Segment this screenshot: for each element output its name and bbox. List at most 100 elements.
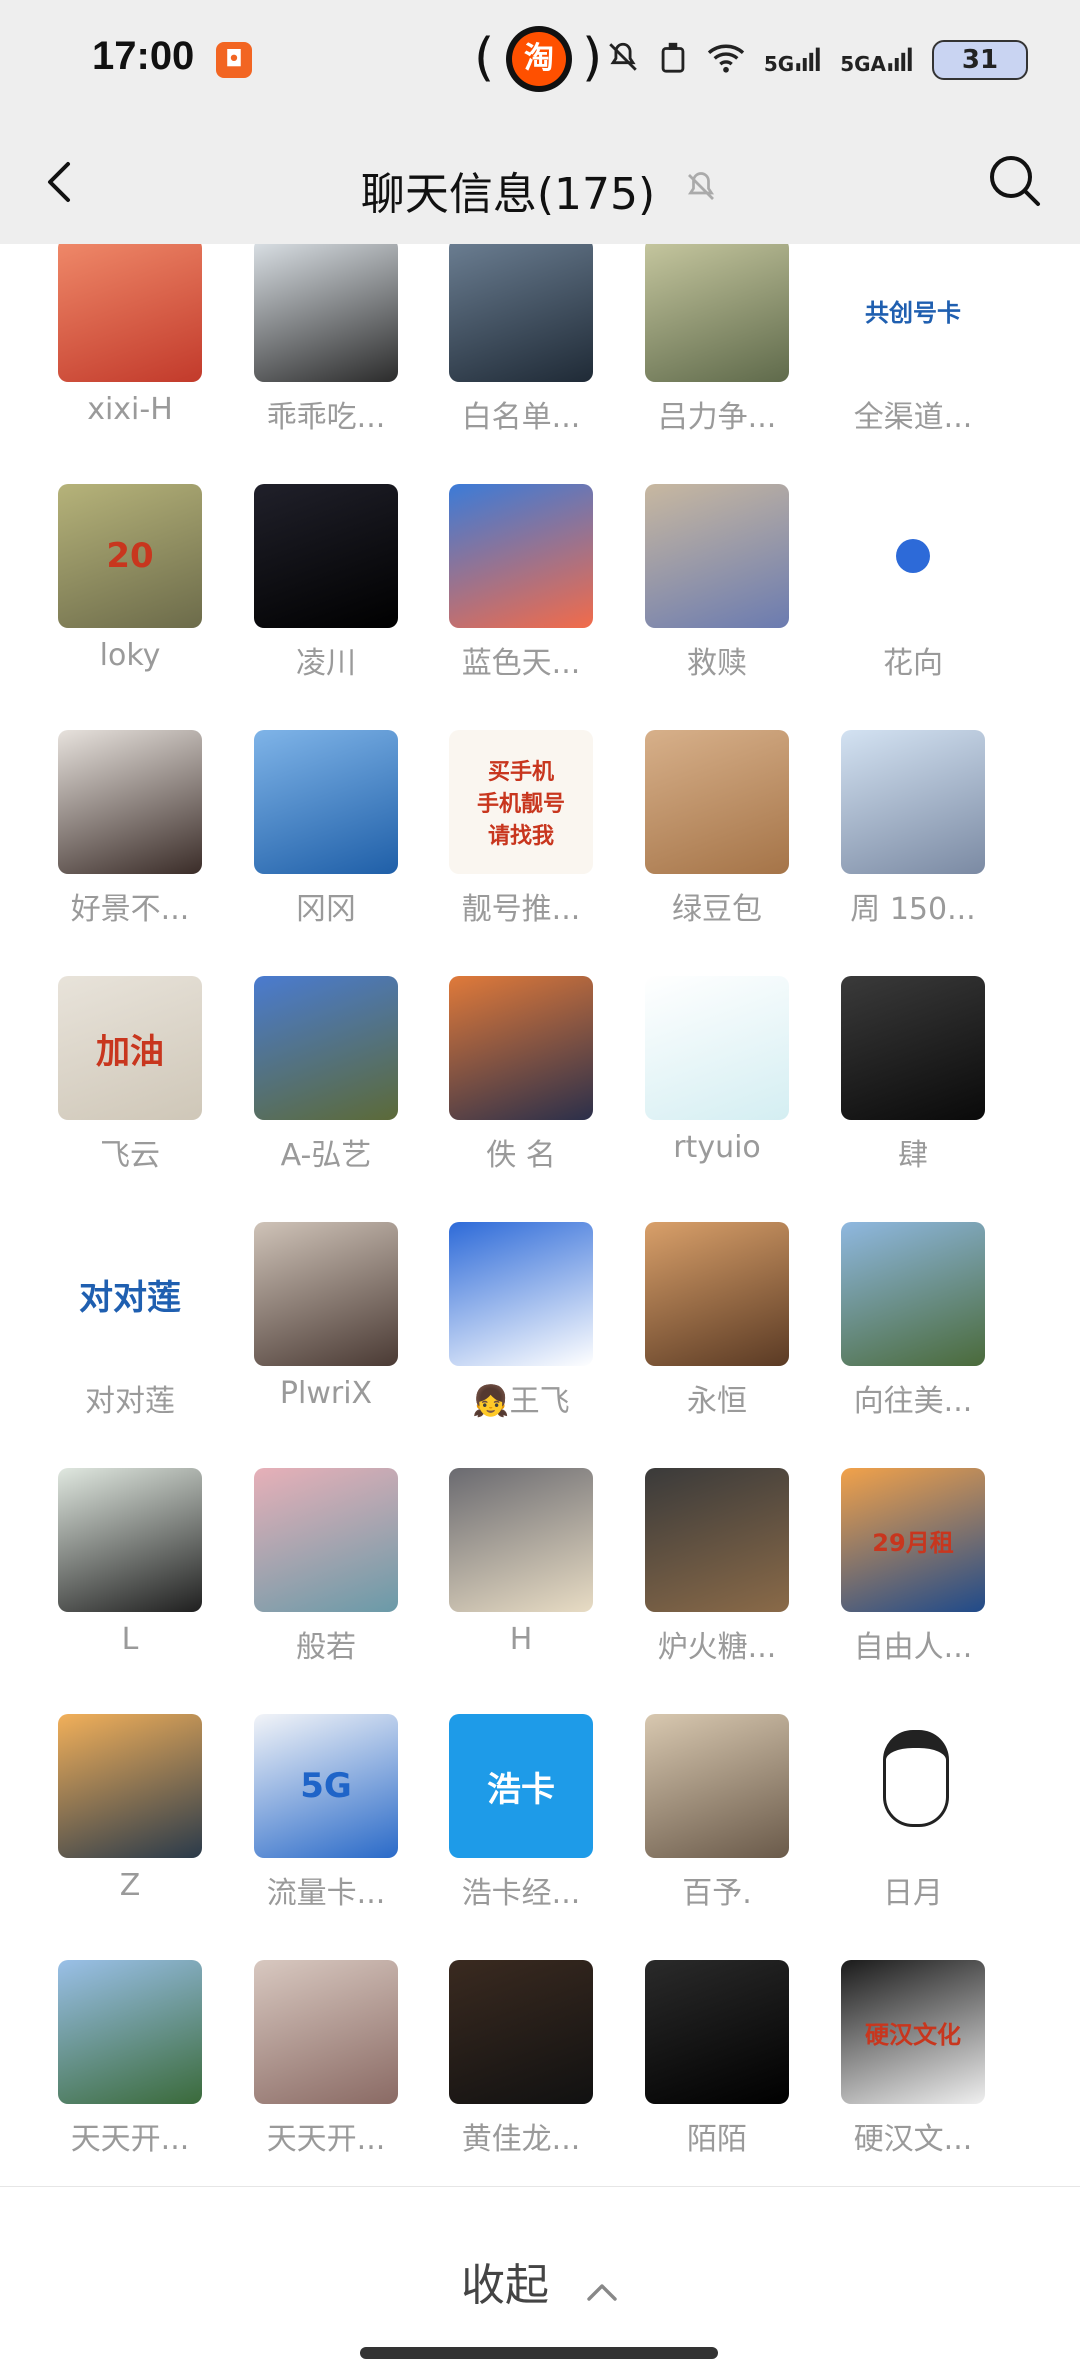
member-item[interactable]: 花向 xyxy=(823,484,1003,714)
avatar-caption xyxy=(58,244,202,382)
home-indicator[interactable] xyxy=(360,2347,718,2359)
member-name: 百予. xyxy=(682,1876,752,1911)
avatar-caption xyxy=(645,1960,789,2104)
signal-5g-icon: 5G xyxy=(764,45,822,76)
member-name: 靓号推... xyxy=(461,892,581,927)
member-name: 吕力争... xyxy=(657,400,777,435)
avatar-caption xyxy=(449,1960,593,2104)
member-name: 陌陌 xyxy=(687,2122,747,2157)
member-avatar: 5G xyxy=(254,1714,398,1858)
member-item[interactable]: 黄佳龙... xyxy=(431,1960,611,2186)
member-avatar xyxy=(449,1960,593,2104)
member-name: 全渠道... xyxy=(853,400,973,435)
member-avatar xyxy=(254,1468,398,1612)
collapse-label: 收起 xyxy=(461,2260,549,2311)
member-item[interactable]: L xyxy=(40,1468,220,1698)
member-item[interactable]: 好景不... xyxy=(40,730,220,960)
member-item[interactable]: 般若 xyxy=(236,1468,416,1698)
mute-icon xyxy=(606,40,640,80)
avatar-caption: 20 xyxy=(106,536,154,576)
member-item[interactable]: 百予. xyxy=(627,1714,807,1944)
avatar-caption xyxy=(841,730,985,874)
nfc-icon xyxy=(658,40,688,80)
taobao-capsule[interactable]: ( 淘 ) xyxy=(474,20,604,100)
member-avatar xyxy=(58,244,202,382)
member-name: 硬汉文... xyxy=(853,2122,973,2157)
member-name: A-弘艺 xyxy=(280,1138,372,1173)
member-avatar: 硬汉文化 xyxy=(841,1960,985,2104)
member-item[interactable]: 永恒 xyxy=(627,1222,807,1452)
member-avatar xyxy=(645,976,789,1120)
member-item[interactable]: 5G 流量卡... xyxy=(236,1714,416,1944)
avatar-caption xyxy=(841,1222,985,1366)
member-item[interactable]: 硬汉文化硬汉文... xyxy=(823,1960,1003,2186)
member-item[interactable]: 浩卡 浩卡经... xyxy=(431,1714,611,1944)
avatar-caption xyxy=(254,484,398,628)
avatar-caption xyxy=(645,1222,789,1366)
member-avatar xyxy=(254,244,398,382)
member-item[interactable]: 冈冈 xyxy=(236,730,416,960)
search-icon xyxy=(990,156,1040,206)
footer-bar: 收起 xyxy=(0,2186,1080,2375)
member-item[interactable]: 20 loky xyxy=(40,484,220,714)
member-item[interactable]: 👧王飞 xyxy=(431,1222,611,1452)
bell-muted-icon xyxy=(683,165,719,216)
avatar-caption xyxy=(645,1468,789,1612)
member-name: 永恒 xyxy=(687,1384,747,1419)
member-name: 对对莲 xyxy=(85,1384,175,1419)
header-bar: 聊天信息(175) xyxy=(0,120,1080,244)
member-item[interactable]: 加油 飞云 xyxy=(40,976,220,1206)
member-item[interactable]: 吕力争... xyxy=(627,244,807,468)
member-item[interactable]: xixi-H xyxy=(40,244,220,468)
member-item[interactable]: 买手机 手机靓号 请找我靓号推... xyxy=(431,730,611,960)
app-notification-icon: ◘ xyxy=(216,42,252,78)
avatar-caption xyxy=(645,1714,789,1858)
avatar-caption xyxy=(254,244,398,382)
member-item[interactable]: Z xyxy=(40,1714,220,1944)
collapse-button[interactable]: 收起 xyxy=(0,2249,1080,2314)
sketch-portrait-icon xyxy=(883,1730,949,1827)
member-item[interactable]: 乖乖吃... xyxy=(236,244,416,468)
member-avatar xyxy=(645,730,789,874)
member-item[interactable]: 绿豆包 xyxy=(627,730,807,960)
member-avatar xyxy=(841,1222,985,1366)
avatar-caption xyxy=(58,730,202,874)
member-item[interactable]: 救赎 xyxy=(627,484,807,714)
member-avatar xyxy=(645,1714,789,1858)
member-avatar: 加油 xyxy=(58,976,202,1120)
avatar-caption xyxy=(254,730,398,874)
member-item[interactable]: 陌陌 xyxy=(627,1960,807,2186)
search-button[interactable] xyxy=(984,150,1046,212)
member-item[interactable]: 天天开... xyxy=(40,1960,220,2186)
member-name: 白名单... xyxy=(461,400,581,435)
signal-5ga-icon: 5GA xyxy=(840,45,914,76)
member-item[interactable]: 向往美... xyxy=(823,1222,1003,1452)
member-item[interactable]: rtyuio xyxy=(627,976,807,1206)
battery-indicator: 31 xyxy=(932,40,1028,80)
member-item[interactable]: 29月租 自由人... xyxy=(823,1468,1003,1698)
signal-5ga-label: 5GA xyxy=(840,51,886,76)
member-item[interactable]: 共创号卡 全渠道... xyxy=(823,244,1003,468)
taobao-label: 淘 xyxy=(512,32,566,86)
member-avatar xyxy=(449,244,593,382)
member-item[interactable]: A-弘艺 xyxy=(236,976,416,1206)
member-item[interactable]: 对对莲 对对莲 xyxy=(40,1222,220,1452)
member-item[interactable]: 日月 xyxy=(823,1714,1003,1944)
member-item[interactable]: 天天开... xyxy=(236,1960,416,2186)
member-item[interactable]: H xyxy=(431,1468,611,1698)
member-item[interactable]: 白名单... xyxy=(431,244,611,468)
member-item[interactable]: 佚 名 xyxy=(431,976,611,1206)
taobao-icon: 淘 xyxy=(506,26,572,92)
status-time: 17:00 xyxy=(92,34,195,78)
avatar-caption: 买手机 手机靓号 请找我 xyxy=(476,760,565,849)
member-avatar xyxy=(254,976,398,1120)
member-grid: xixi-H 乖乖吃... 白名单... 吕力争... 共创号卡 全渠道... 20 loky… xyxy=(0,244,1080,2186)
member-item[interactable]: 肆 xyxy=(823,976,1003,1206)
member-item[interactable]: 凌川 xyxy=(236,484,416,714)
member-avatar xyxy=(58,1714,202,1858)
member-item[interactable]: PlwriX xyxy=(236,1222,416,1452)
member-item[interactable]: 蓝色天... xyxy=(431,484,611,714)
member-item[interactable]: 炉火糖... xyxy=(627,1468,807,1698)
member-avatar xyxy=(841,1714,985,1858)
member-item[interactable]: 周 150... xyxy=(823,730,1003,960)
